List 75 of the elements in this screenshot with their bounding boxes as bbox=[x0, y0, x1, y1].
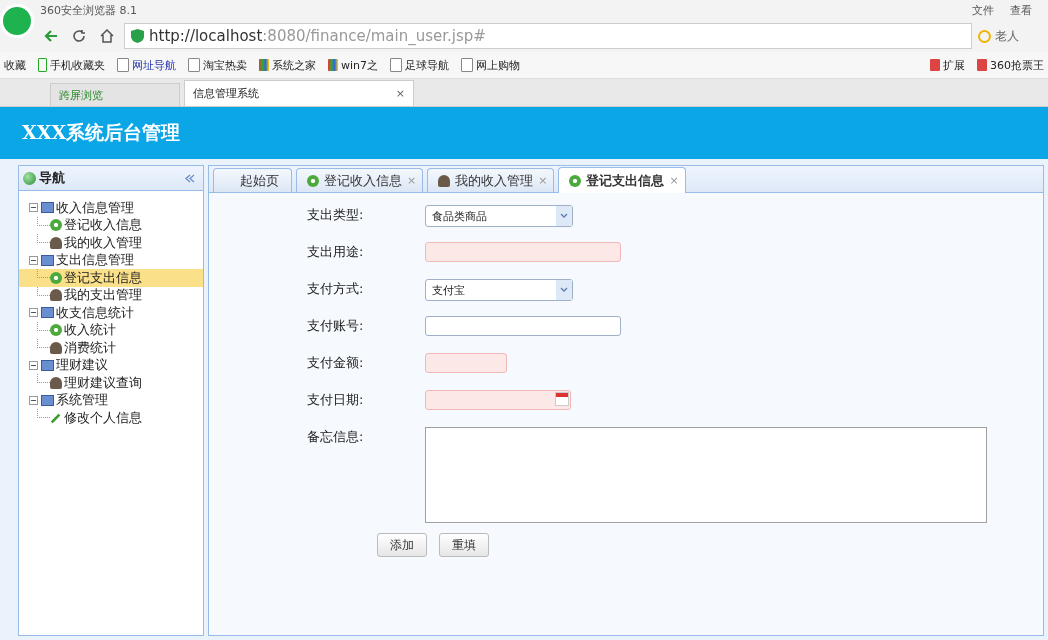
computer-icon bbox=[41, 394, 54, 406]
bookmark-link[interactable]: 网上购物 bbox=[461, 57, 521, 73]
bookmark-link[interactable]: 网址导航 bbox=[117, 57, 176, 73]
dropdown[interactable]: 食品类商品 bbox=[425, 205, 573, 227]
extension-button[interactable]: 扩展 bbox=[930, 57, 965, 73]
tree-item[interactable]: 登记收入信息 bbox=[29, 216, 203, 234]
user-icon bbox=[50, 289, 62, 302]
computer-icon bbox=[41, 202, 54, 214]
form-button[interactable]: 添加 bbox=[377, 533, 427, 557]
input-field[interactable] bbox=[425, 353, 507, 373]
browser-title: 360安全浏览器 8.1 bbox=[40, 2, 137, 18]
user-icon bbox=[50, 376, 62, 389]
tree-item[interactable]: 登记支出信息 bbox=[19, 269, 203, 287]
tree-node[interactable]: 收支信息统计 bbox=[29, 304, 203, 322]
bookmark-link[interactable]: 手机收藏夹 bbox=[38, 57, 105, 73]
memo-field[interactable] bbox=[425, 427, 987, 523]
input-field[interactable] bbox=[425, 242, 621, 262]
pencil-icon bbox=[50, 411, 62, 424]
tree-item[interactable]: 消费统计 bbox=[29, 339, 203, 357]
browser-tab[interactable]: 信息管理系统 × bbox=[184, 80, 414, 106]
user-icon bbox=[50, 341, 62, 354]
globe-icon bbox=[23, 171, 36, 185]
bookmark-link[interactable]: 收藏 bbox=[4, 57, 26, 73]
bookmark-link[interactable]: win7之 bbox=[328, 57, 379, 73]
tree-item[interactable]: 我的收入管理 bbox=[29, 234, 203, 252]
tree-node[interactable]: 系统管理 bbox=[29, 391, 203, 409]
field-label: 支出类型: bbox=[307, 206, 365, 224]
tree-node[interactable]: 支出信息管理 bbox=[29, 251, 203, 269]
collapse-toggle-icon[interactable] bbox=[29, 360, 38, 370]
computer-icon bbox=[41, 307, 54, 319]
computer-icon bbox=[41, 254, 54, 266]
search-field[interactable]: 老人 bbox=[978, 25, 1048, 47]
add-icon bbox=[50, 219, 62, 232]
tree-node[interactable]: 理财建议 bbox=[29, 356, 203, 374]
add-icon bbox=[50, 324, 62, 337]
form-button[interactable]: 重填 bbox=[439, 533, 489, 557]
field-label: 支付账号: bbox=[307, 317, 365, 335]
menu-item[interactable]: 查看 bbox=[1010, 2, 1032, 18]
tree-item[interactable]: 理财建议查询 bbox=[29, 374, 203, 392]
bookmark-link[interactable]: 淘宝热卖 bbox=[188, 57, 247, 73]
tree-item[interactable]: 修改个人信息 bbox=[29, 409, 203, 427]
caret-icon bbox=[556, 206, 572, 226]
input-field[interactable] bbox=[425, 316, 621, 336]
tab[interactable]: 我的收入管理 × bbox=[427, 168, 555, 192]
bookmark-link[interactable]: 足球导航 bbox=[390, 57, 450, 73]
tree-item[interactable]: 收入统计 bbox=[29, 321, 203, 339]
collapse-toggle-icon[interactable] bbox=[29, 203, 38, 213]
collapse-toggle-icon[interactable] bbox=[29, 308, 38, 318]
field-label: 支出用途: bbox=[307, 243, 365, 261]
collapse-icon[interactable] bbox=[185, 173, 195, 183]
menu-item[interactable]: 文件 bbox=[972, 2, 994, 18]
user-icon bbox=[50, 236, 62, 249]
field-label: 支付方式: bbox=[307, 280, 365, 298]
browser-tab[interactable]: 跨屏浏览 bbox=[50, 83, 180, 106]
add-icon bbox=[50, 271, 62, 284]
panel-title: 导航 bbox=[39, 169, 65, 187]
address-bar[interactable]: http://localhost:8080/finance/main_user.jsp# bbox=[124, 23, 972, 49]
tree-node[interactable]: 收入信息管理 bbox=[29, 199, 203, 217]
collapse-toggle-icon[interactable] bbox=[29, 255, 38, 265]
app-title: XXX系统后台管理 bbox=[22, 120, 181, 145]
extension-button[interactable]: 360抢票王 bbox=[977, 57, 1044, 73]
collapse-toggle-icon[interactable] bbox=[29, 395, 38, 405]
caret-icon bbox=[556, 280, 572, 300]
tab[interactable]: 登记支出信息 × bbox=[558, 167, 686, 193]
tree-item[interactable]: 我的支出管理 bbox=[29, 286, 203, 304]
field-label: 支付金额: bbox=[307, 354, 365, 372]
tab[interactable]: 登记收入信息 × bbox=[296, 168, 424, 192]
dropdown[interactable]: 支付宝 bbox=[425, 279, 573, 301]
field-label: 备忘信息: bbox=[307, 428, 365, 446]
shield-icon bbox=[131, 29, 144, 43]
bookmark-link[interactable]: 系统之家 bbox=[259, 57, 316, 73]
date-field[interactable] bbox=[425, 390, 571, 410]
computer-icon bbox=[41, 359, 54, 371]
tab[interactable]: 起始页 bbox=[213, 168, 292, 192]
field-label: 支付日期: bbox=[307, 391, 365, 409]
